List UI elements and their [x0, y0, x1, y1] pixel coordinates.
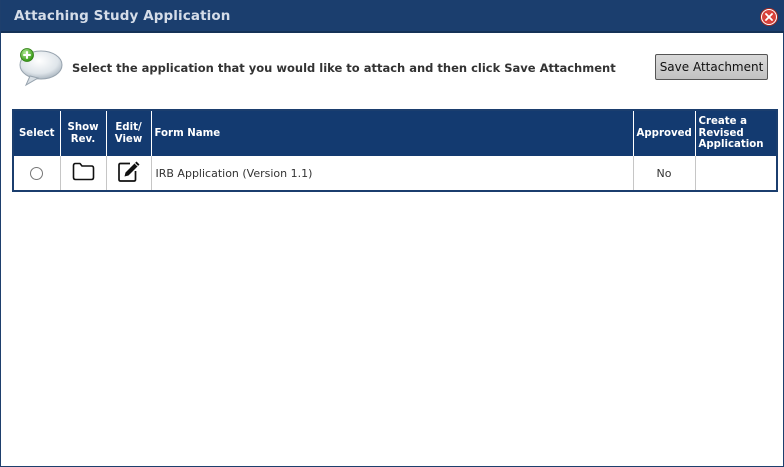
header-select: Select	[14, 111, 60, 156]
header-edit-view: Edit/ View	[105, 111, 151, 156]
show-rev-cell	[59, 156, 106, 190]
application-table: Select Show Rev. Edit/ View Form Name Ap…	[12, 109, 778, 192]
dialog-titlebar: Attaching Study Application	[1, 0, 784, 33]
add-comment-bubble-icon	[16, 45, 64, 91]
header-show-rev: Show Rev.	[59, 111, 106, 156]
select-radio[interactable]	[30, 166, 44, 180]
attach-study-dialog: Attaching Study Application Select the a…	[0, 0, 784, 467]
header-form-name: Form Name	[150, 111, 633, 156]
select-cell	[14, 156, 60, 190]
edit-view-cell	[105, 156, 151, 190]
close-icon[interactable]	[761, 9, 777, 25]
header-create-revised: Create a Revised Application	[694, 111, 776, 156]
form-name-cell: IRB Application (Version 1.1)	[150, 156, 633, 190]
approved-cell: No	[632, 156, 695, 190]
save-attachment-button[interactable]: Save Attachment	[655, 54, 768, 80]
edit-pencil-icon[interactable]	[117, 161, 141, 186]
instructions-text: Select the application that you would li…	[72, 61, 616, 75]
table-header-row: Select Show Rev. Edit/ View Form Name Ap…	[14, 111, 776, 156]
table-row: IRB Application (Version 1.1) No	[14, 156, 776, 190]
header-approved: Approved	[632, 111, 695, 156]
folder-icon[interactable]	[72, 162, 95, 184]
create-revised-cell	[694, 156, 776, 190]
dialog-title: Attaching Study Application	[14, 8, 231, 24]
